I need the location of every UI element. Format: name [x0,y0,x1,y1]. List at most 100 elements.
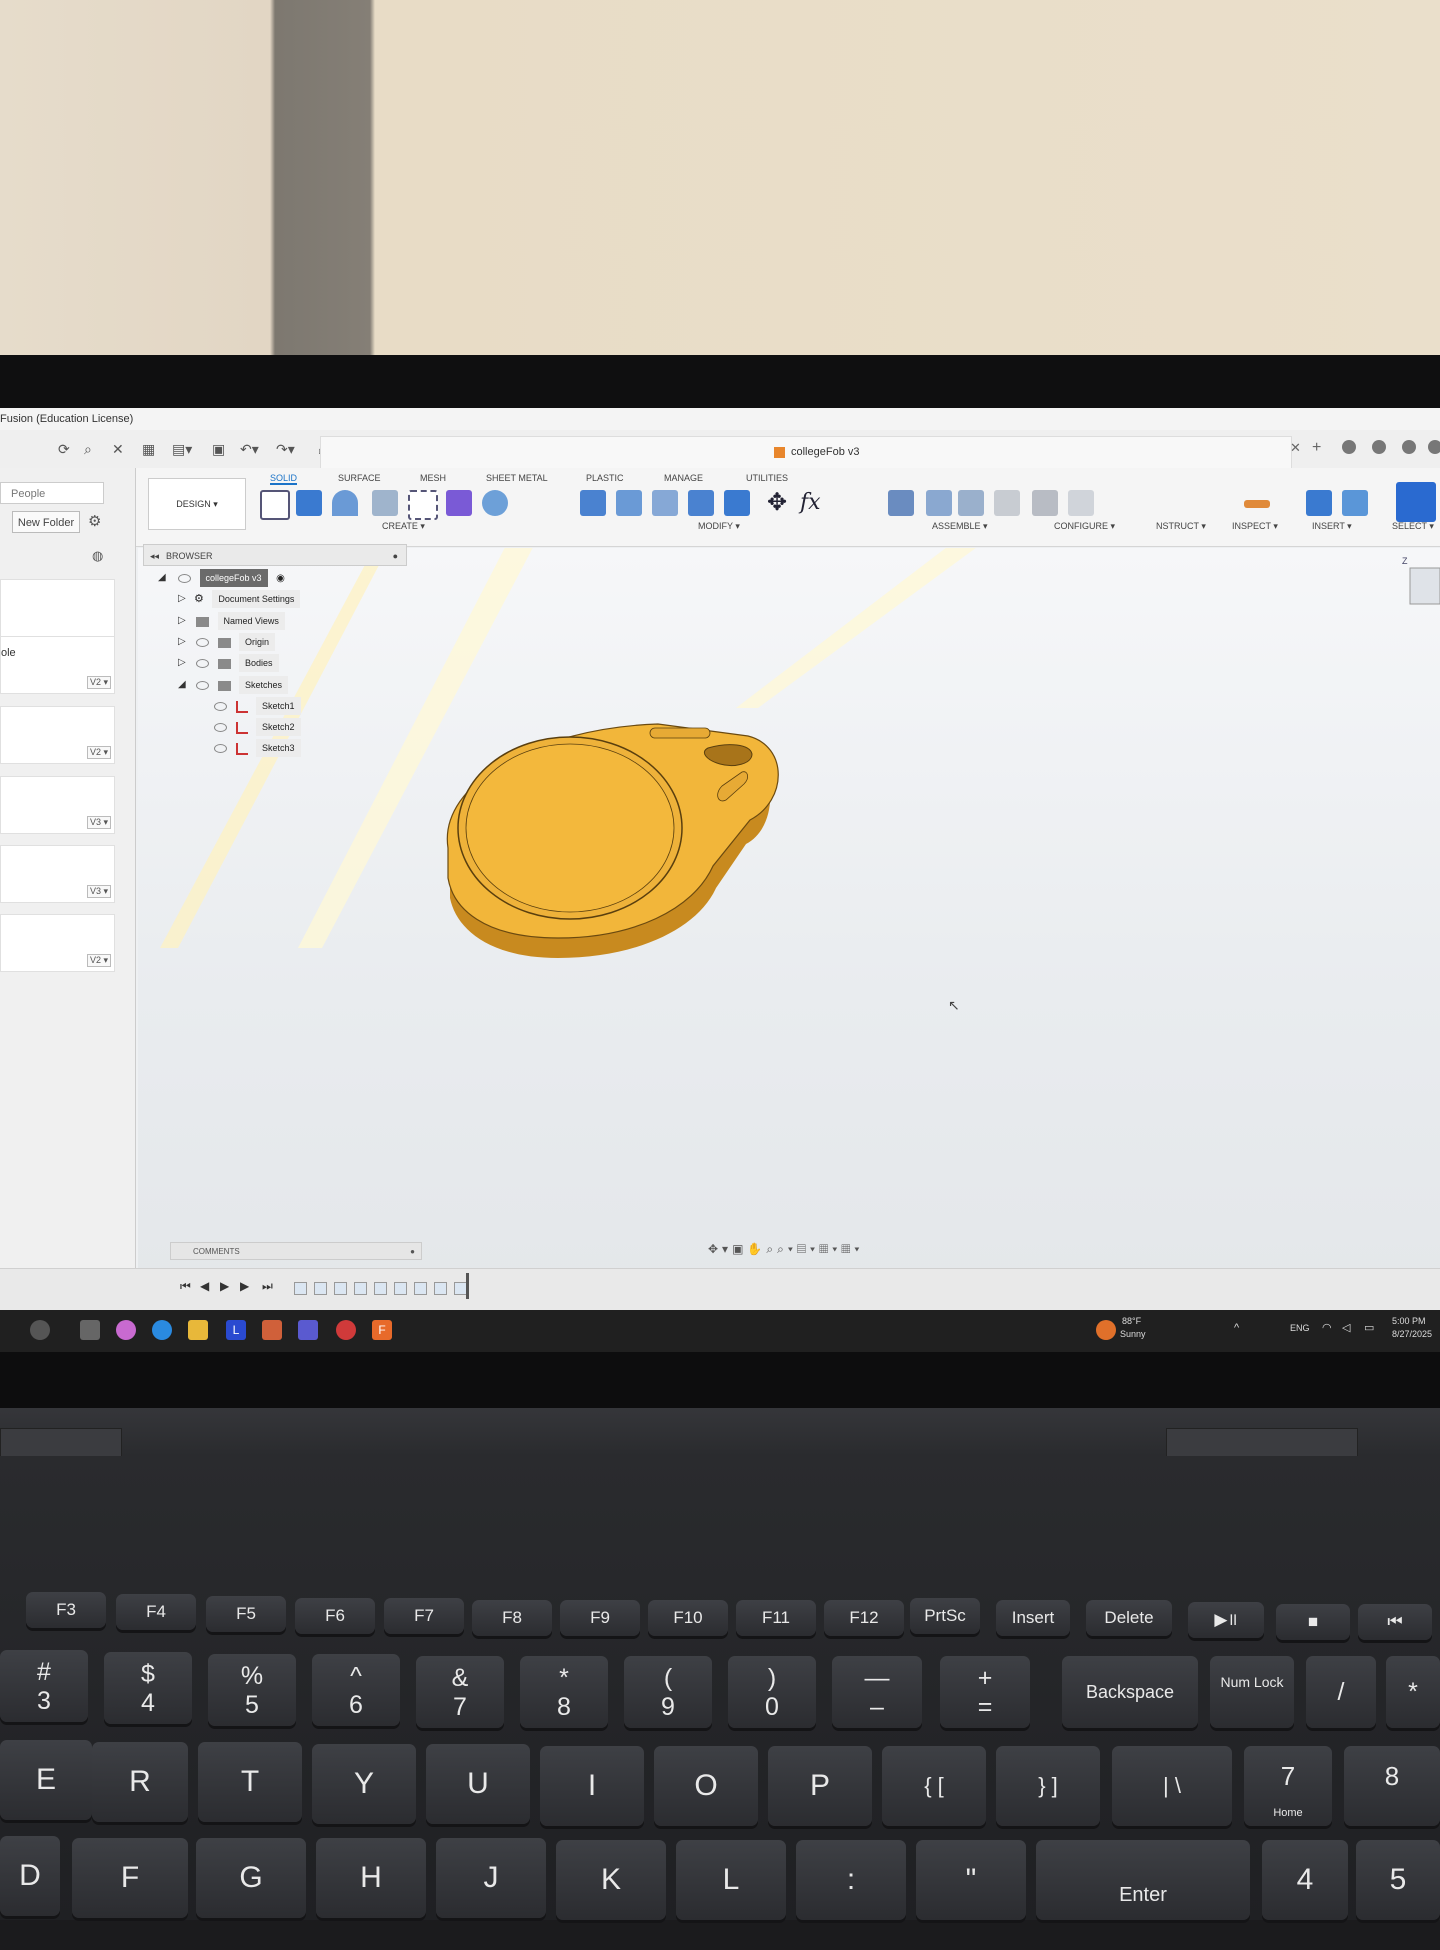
joint-icon[interactable] [926,490,952,516]
key-7[interactable]: & 7 [416,1656,504,1728]
app-icon[interactable] [262,1320,282,1340]
key-t[interactable]: T [198,1742,302,1822]
modify-group-label[interactable]: MODIFY ▾ [698,521,740,532]
move-icon[interactable]: ✥ [764,490,790,516]
tab-close-icon[interactable]: ✕ [1290,440,1301,456]
key-e[interactable]: E [0,1740,92,1820]
key-prtsc[interactable]: PrtSc [910,1598,980,1634]
extrude-icon[interactable] [296,490,322,516]
version-badge[interactable]: V3 ▾ [86,885,111,898]
key-f8[interactable]: F8 [472,1600,552,1636]
revolve-icon[interactable] [332,490,358,516]
new-component-icon[interactable] [888,490,914,516]
comments-add-icon[interactable]: ● [410,1243,415,1261]
notifications-icon[interactable] [1402,440,1416,454]
redo-icon[interactable]: ↷▾ [276,441,295,458]
tree-item-sketch[interactable]: Sketch2 [214,718,301,736]
visibility-eye-icon[interactable] [196,638,209,648]
key-numpad-slash[interactable]: / [1306,1656,1376,1728]
tab-utilities[interactable]: UTILITIES [746,473,788,483]
key-play-pause[interactable]: ▶॥ [1188,1602,1264,1638]
form-icon[interactable] [446,490,472,516]
tree-item-sketch[interactable]: Sketch1 [214,697,301,715]
project-card[interactable]: V3 ▾ [0,776,115,834]
tab-surface[interactable]: SURFACE [338,473,381,483]
play-icon[interactable]: ▶ [220,1279,229,1293]
parameters-fx-icon[interactable]: fx [800,490,826,516]
tree-item-named-views[interactable]: ▷ Named Views [178,612,285,630]
look-at-icon[interactable]: ▣ [732,1242,747,1256]
key-insert[interactable]: Insert [996,1600,1070,1636]
launcher-l-icon[interactable]: L [226,1320,246,1340]
key-numpad-4[interactable]: 4 [1262,1840,1348,1920]
tree-item-document-settings[interactable]: ▷ ⚙ Document Settings [178,590,301,608]
key-y[interactable]: Y [312,1744,416,1824]
language-indicator[interactable]: ENG [1290,1323,1310,1333]
expand-triangle-icon[interactable]: ▷ [178,654,186,672]
copilot-icon[interactable] [116,1320,136,1340]
visibility-eye-icon[interactable] [214,723,227,733]
project-card[interactable]: V2 ▾ [0,706,115,764]
expand-triangle-icon[interactable]: ▷ [178,633,186,651]
project-card[interactable]: V2 ▾ [0,914,115,972]
key-f10[interactable]: F10 [648,1600,728,1636]
wifi-icon[interactable]: ◠ [1322,1321,1332,1334]
clock-time[interactable]: 5:00 PM [1392,1316,1426,1326]
job-status-icon[interactable] [1372,440,1386,454]
undo-icon[interactable]: ↶▾ [240,441,259,458]
create-group-label[interactable]: CREATE ▾ [382,521,425,532]
chamfer-icon[interactable] [652,490,678,516]
timeline-feature[interactable] [394,1282,407,1295]
tree-item-bodies[interactable]: ▷ Bodies [178,654,279,672]
key-f7[interactable]: F7 [384,1598,464,1634]
key-numpad-asterisk[interactable]: * [1386,1656,1440,1728]
key-left-bracket[interactable]: { [ [882,1746,986,1826]
select-group-label[interactable]: SELECT ▾ [1392,521,1434,532]
help-icon[interactable] [1428,440,1440,454]
tab-manage[interactable]: MANAGE [664,473,703,483]
volume-icon[interactable]: ◁ [1342,1321,1350,1334]
key-i[interactable]: I [540,1746,644,1826]
key-r[interactable]: R [92,1742,188,1822]
model-canvas[interactable]: Z ↖ [138,408,1440,1288]
settings-gear-icon[interactable]: ⚙ [88,512,101,530]
key-f12[interactable]: F12 [824,1600,904,1636]
tab-sheet-metal[interactable]: SHEET METAL [486,473,548,483]
table-icon[interactable] [1068,490,1094,516]
as-built-joint-icon[interactable] [958,490,984,516]
viewports-icon[interactable]: ▦▾ [841,1242,863,1256]
keyfob-model[interactable] [446,723,779,958]
tree-item-origin[interactable]: ▷ Origin [178,633,276,651]
go-to-end-icon[interactable]: ⏭ [262,1279,273,1294]
key-quote[interactable]: " [916,1840,1026,1920]
search-icon[interactable]: ⌕ [84,441,92,458]
expand-triangle-icon[interactable]: ◢ [178,676,186,694]
opera-icon[interactable] [336,1320,356,1340]
key-p[interactable]: P [768,1746,872,1826]
save-icon[interactable]: ▣ [212,441,225,458]
key-4[interactable]: $4 [104,1652,192,1724]
grid-settings-icon[interactable]: ▦▾ [819,1242,841,1256]
zoom-window-icon[interactable]: ⌕ [766,1242,777,1256]
refresh-icon[interactable]: ⟳ [58,441,70,458]
key-previous-track[interactable]: ⏮ [1358,1604,1432,1640]
rectangular-pattern-icon[interactable] [482,490,508,516]
key-9[interactable]: (9 [624,1656,712,1728]
key-f6[interactable]: F6 [295,1598,375,1634]
collapse-panel-icon[interactable]: ◂◂ [150,545,159,567]
step-back-icon[interactable]: ◀ [200,1279,209,1293]
edge-icon[interactable] [152,1320,172,1340]
file-explorer-icon[interactable] [188,1320,208,1340]
key-g[interactable]: G [196,1838,306,1918]
fillet-icon[interactable] [616,490,642,516]
browser-options-icon[interactable]: ● [393,545,398,567]
combine-icon[interactable] [724,490,750,516]
teams-icon[interactable] [298,1320,318,1340]
go-to-start-icon[interactable]: ⏮ [180,1279,191,1294]
key-right-bracket[interactable]: } ] [996,1746,1100,1826]
browser-header[interactable]: ◂◂ BROWSER ● [143,544,407,566]
key-f5[interactable]: F5 [206,1596,286,1632]
configure-group-label[interactable]: CONFIGURE ▾ [1054,521,1115,532]
orbit-icon[interactable]: ✥▾ [708,1242,732,1256]
people-dropdown[interactable]: People [0,482,104,504]
